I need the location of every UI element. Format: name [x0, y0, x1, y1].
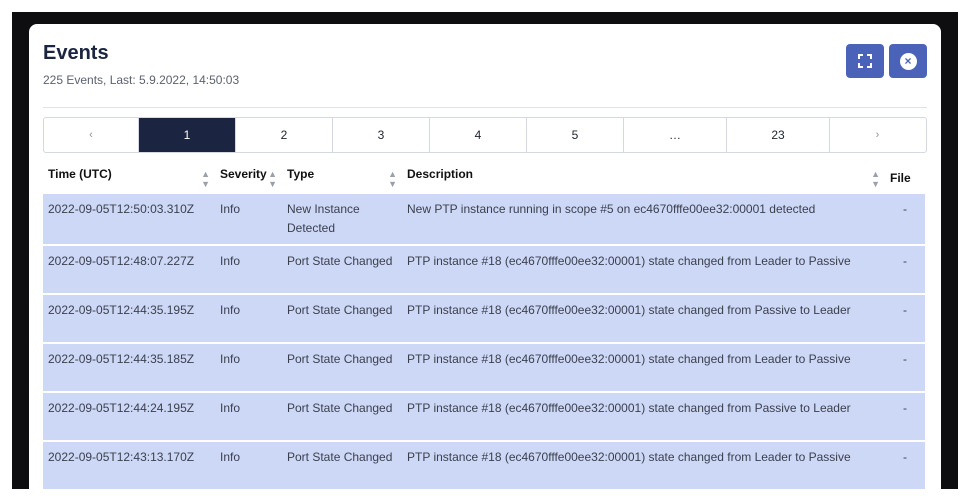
column-header-severity[interactable]: Severity ▲ ▼: [215, 163, 282, 193]
file-cell: -: [885, 342, 925, 392]
type-cell: Port State Changed: [282, 342, 402, 392]
events-table: Time (UTC) ▲ ▼ Severity ▲ ▼ Type ▲ ▼ Descri…: [43, 163, 925, 489]
pagination-prev-button[interactable]: ‹: [44, 118, 139, 152]
fullscreen-icon: [858, 54, 872, 68]
column-header-file[interactable]: File: [885, 163, 925, 193]
pagination-page-23[interactable]: 23: [727, 118, 830, 152]
sort-icon[interactable]: ▲ ▼: [871, 169, 880, 189]
file-cell: -: [885, 293, 925, 343]
severity-cell: Info: [215, 192, 282, 245]
description-cell: PTP instance #18 (ec4670fffe00ee32:00001…: [402, 391, 885, 441]
time-cell: 2022-09-05T12:48:07.227Z: [43, 244, 215, 294]
time-cell: 2022-09-05T12:44:35.195Z: [43, 293, 215, 343]
severity-cell: Info: [215, 342, 282, 392]
column-label: Description: [407, 166, 474, 181]
events-summary: 225 Events, Last: 5.9.2022, 14:50:03: [43, 73, 240, 87]
header-divider: [43, 107, 927, 108]
pagination-page-4[interactable]: 4: [430, 118, 527, 152]
column-label: Time (UTC): [48, 166, 112, 181]
pagination-page-2[interactable]: 2: [236, 118, 333, 152]
description-cell: PTP instance #18 (ec4670fffe00ee32:00001…: [402, 342, 885, 392]
type-cell: Port State Changed: [282, 244, 402, 294]
close-button[interactable]: ×: [889, 44, 927, 78]
pagination: ‹ 1 2 3 4 5… 23 ›: [43, 117, 927, 153]
type-cell: Port State Changed: [282, 293, 402, 343]
type-cell: Port State Changed: [282, 391, 402, 441]
pagination-ellipsis: …: [624, 118, 727, 152]
column-label: Type: [287, 166, 315, 181]
time-cell: 2022-09-05T12:50:03.310Z: [43, 192, 215, 245]
table-row[interactable]: 2022-09-05T12:48:07.227Z Info Port State C…: [43, 244, 925, 294]
type-cell: New Instance Detected: [282, 192, 402, 245]
column-label: Severity: [220, 166, 267, 181]
column-header-type[interactable]: Type ▲ ▼: [282, 163, 402, 193]
table-header-row: Time (UTC) ▲ ▼ Severity ▲ ▼ Type ▲ ▼ Descri…: [43, 163, 925, 193]
table-row[interactable]: 2022-09-05T12:44:35.185Z Info Port State C…: [43, 342, 925, 392]
severity-cell: Info: [215, 244, 282, 294]
page-title: Events: [43, 42, 109, 64]
file-cell: -: [885, 244, 925, 294]
time-cell: 2022-09-05T12:44:35.185Z: [43, 342, 215, 392]
description-cell: PTP instance #18 (ec4670fffe00ee32:00001…: [402, 244, 885, 294]
severity-cell: Info: [215, 391, 282, 441]
table-row[interactable]: 2022-09-05T12:50:03.310Z Info New Instance…: [43, 192, 925, 245]
column-header-description[interactable]: Description ▲ ▼: [402, 163, 885, 193]
sort-icon[interactable]: ▲ ▼: [201, 169, 210, 189]
table-row[interactable]: 2022-09-05T12:44:24.195Z Info Port State C…: [43, 391, 925, 441]
severity-cell: Info: [215, 440, 282, 489]
pagination-page-3[interactable]: 3: [333, 118, 430, 152]
events-panel: Events 225 Events, Last: 5.9.2022, 14:50…: [29, 24, 941, 489]
file-cell: -: [885, 391, 925, 441]
sort-icon[interactable]: ▲ ▼: [268, 169, 277, 189]
table-row[interactable]: 2022-09-05T12:44:35.195Z Info Port State C…: [43, 293, 925, 343]
pagination-page-1[interactable]: 1: [139, 118, 236, 152]
file-cell: -: [885, 192, 925, 245]
severity-cell: Info: [215, 293, 282, 343]
time-cell: 2022-09-05T12:44:24.195Z: [43, 391, 215, 441]
file-cell: -: [885, 440, 925, 489]
pagination-next-button[interactable]: ›: [830, 118, 925, 152]
fullscreen-button[interactable]: [846, 44, 884, 78]
table-row[interactable]: 2022-09-05T12:43:13.170Z Info Port State C…: [43, 440, 925, 489]
column-header-time[interactable]: Time (UTC) ▲ ▼: [43, 163, 215, 193]
table-body: 2022-09-05T12:50:03.310Z Info New Instance…: [43, 192, 925, 489]
pagination-page-5[interactable]: 5: [527, 118, 624, 152]
description-cell: New PTP instance running in scope #5 on …: [402, 192, 885, 245]
type-cell: Port State Changed: [282, 440, 402, 489]
column-label: File: [890, 170, 911, 185]
description-cell: PTP instance #18 (ec4670fffe00ee32:00001…: [402, 440, 885, 489]
sort-icon[interactable]: ▲ ▼: [388, 169, 397, 189]
window-frame: Events 225 Events, Last: 5.9.2022, 14:50…: [12, 12, 958, 489]
description-cell: PTP instance #18 (ec4670fffe00ee32:00001…: [402, 293, 885, 343]
close-icon: ×: [899, 52, 917, 70]
time-cell: 2022-09-05T12:43:13.170Z: [43, 440, 215, 489]
